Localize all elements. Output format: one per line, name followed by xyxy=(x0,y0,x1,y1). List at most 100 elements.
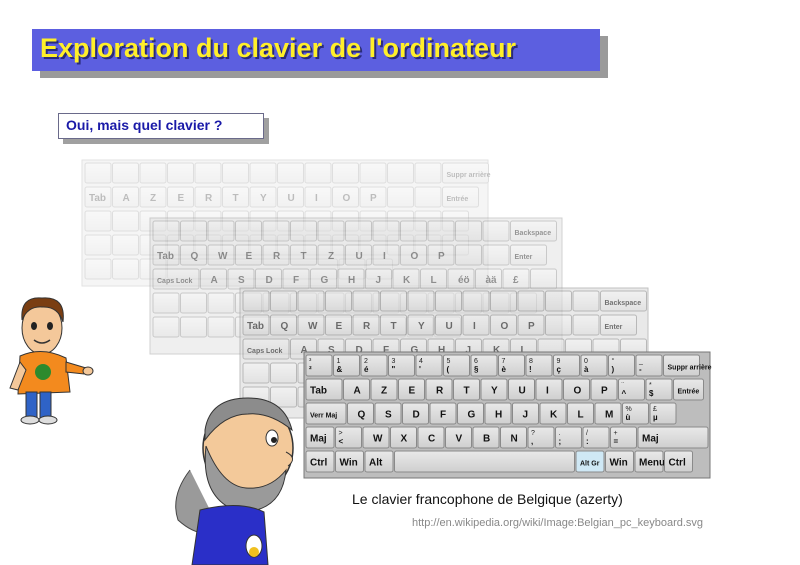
key-front-r2-10-label: O xyxy=(574,386,582,397)
key-back2-r2-10: O xyxy=(400,244,427,266)
key-back1-r2-2: A xyxy=(112,186,139,208)
key-back3-r1-14: Backspace xyxy=(600,290,647,312)
key-back3-r1-8 xyxy=(435,290,462,312)
key-back1-r2-8-label: U xyxy=(288,193,295,204)
key-back3-r2-11: P xyxy=(517,314,545,336)
key-back2-r1-14: Backspace xyxy=(510,220,557,242)
key-front-r1-9: 8! xyxy=(525,354,553,377)
key-front-r4-3-label: W xyxy=(373,434,383,445)
key-back3-r2-10-label: O xyxy=(501,321,509,332)
key-back1-r2-5: R xyxy=(194,186,222,208)
key-front-r4-6: V xyxy=(445,426,472,449)
key-front-r4-9-lower: , xyxy=(531,437,533,446)
key-back3-r2-2-label: Q xyxy=(281,321,289,332)
key-back3-r1-6 xyxy=(380,290,407,312)
key-back1-r1-3 xyxy=(139,162,167,184)
key-front-r2-7: Y xyxy=(480,378,508,401)
key-back3-r1-10 xyxy=(490,290,517,312)
key-front-r1-12-upper: ° xyxy=(612,357,615,365)
key-back2-r1-12 xyxy=(455,220,482,242)
key-back1-r5-2 xyxy=(112,258,139,280)
key-back1-r2-6: T xyxy=(222,186,249,208)
key-back3-r4-2 xyxy=(270,362,297,384)
key-back2-r1-14-label: Backspace xyxy=(515,230,552,237)
key-back3-r2-3-label: W xyxy=(308,321,318,332)
source-link[interactable]: http://en.wikipedia.org/wiki/Image:Belgi… xyxy=(412,517,703,529)
key-back2-r5-2 xyxy=(180,316,207,338)
key-back1-r2-13 xyxy=(414,186,442,208)
key-front-r3-9-label: K xyxy=(550,410,558,421)
key-front-r3-4-label: D xyxy=(413,410,420,421)
key-back2-r5-1 xyxy=(152,316,180,338)
key-front-r5-2-label: Win xyxy=(340,458,358,469)
key-back2-r4-2 xyxy=(180,292,207,314)
key-back1-r2-7-label: Y xyxy=(260,193,267,204)
key-front-r1-1-lower: ² xyxy=(309,365,312,374)
key-front-r2-1-label: Tab xyxy=(310,386,327,397)
key-front-r1-7-lower: § xyxy=(474,365,479,374)
key-back1-r4-1 xyxy=(84,234,112,256)
key-front-r2-5-label: R xyxy=(436,386,444,397)
key-back2-r1-1 xyxy=(152,220,180,242)
key-front-r4-13: Maj xyxy=(637,426,709,449)
key-front-r1-6: 5( xyxy=(443,354,470,377)
key-front-r2-7-label: Y xyxy=(491,386,498,397)
key-back1-r1-11 xyxy=(359,162,387,184)
key-back2-r1-13 xyxy=(482,220,510,242)
key-back2-r3-9: K xyxy=(392,268,420,290)
key-front-r1-9-lower: ! xyxy=(529,365,532,374)
key-back3-r2-14: Enter xyxy=(600,314,637,336)
key-front-r2-11-label: P xyxy=(601,386,608,397)
key-back2-r1-11 xyxy=(427,220,455,242)
key-front-r1-13-lower: - xyxy=(639,365,642,374)
key-back3-r2-9: I xyxy=(462,314,490,336)
key-back2-r3-3: S xyxy=(227,268,255,290)
key-back3-r2-5: R xyxy=(352,314,380,336)
key-front-r1-11: 0à xyxy=(580,354,608,377)
key-front-r2-8-label: U xyxy=(519,386,526,397)
key-back2-r1-6 xyxy=(290,220,317,242)
key-back1-r3-2 xyxy=(112,210,139,232)
key-back2-r1-8 xyxy=(345,220,372,242)
key-front-r1-6-upper: 5 xyxy=(447,358,451,365)
key-front-r4-13-label: Maj xyxy=(642,434,659,445)
key-front-r1-13: _- xyxy=(635,354,663,377)
key-front-r3-3-label: S xyxy=(385,410,392,421)
key-back2-r3-2: A xyxy=(200,268,227,290)
key-front-r1-4-lower: " xyxy=(392,365,396,374)
key-back1-r1-10 xyxy=(332,162,359,184)
key-back2-r2-14: Enter xyxy=(510,244,547,266)
key-back1-r2-8: U xyxy=(277,186,304,208)
key-back3-r1-13 xyxy=(572,290,600,312)
key-front-r1-8-upper: 7 xyxy=(502,358,506,365)
key-front-r1-10-upper: 9 xyxy=(557,358,561,365)
key-front-r1-10-lower: ç xyxy=(557,365,562,374)
key-front-r5-5-label: Alt Gr xyxy=(580,461,600,468)
key-front-r3-7: H xyxy=(484,402,512,425)
key-back1-r2-4-label: E xyxy=(178,193,185,204)
key-back2-r1-9 xyxy=(372,220,400,242)
keyboard-caption: Le clavier francophone de Belgique (azer… xyxy=(352,491,623,507)
key-back2-r2-6-label: T xyxy=(301,251,307,262)
key-front-r3-6: G xyxy=(457,402,484,425)
key-back3-r2-3: W xyxy=(297,314,325,336)
key-back3-r2-6: T xyxy=(380,314,407,336)
key-back2-r3-11: éö xyxy=(447,268,475,290)
key-front-r4-12-upper: + xyxy=(614,430,618,437)
key-front-r1-3: 2é xyxy=(360,354,388,377)
key-front-r4-4: X xyxy=(390,426,417,449)
key-back1-r2-14: Entrée xyxy=(442,186,479,208)
key-front-r2-13-lower: $ xyxy=(649,389,654,398)
key-front-r3-13-lower: µ xyxy=(653,413,658,422)
key-front-r5-7: Menu xyxy=(634,450,665,473)
key-back2-r3-4-label: D xyxy=(266,275,273,286)
key-back2-r2-2: Q xyxy=(180,244,207,266)
key-back2-r2-4-label: E xyxy=(246,251,253,262)
key-front-r2-2: A xyxy=(343,378,370,401)
key-front-r2-4-label: E xyxy=(409,386,416,397)
key-front-r5-3: Alt xyxy=(364,450,394,473)
key-back1-r2-9: I xyxy=(304,186,332,208)
key-back1-r1-6 xyxy=(222,162,249,184)
key-back3-r2-11-label: P xyxy=(528,321,535,332)
key-back2-r2-6: T xyxy=(290,244,317,266)
